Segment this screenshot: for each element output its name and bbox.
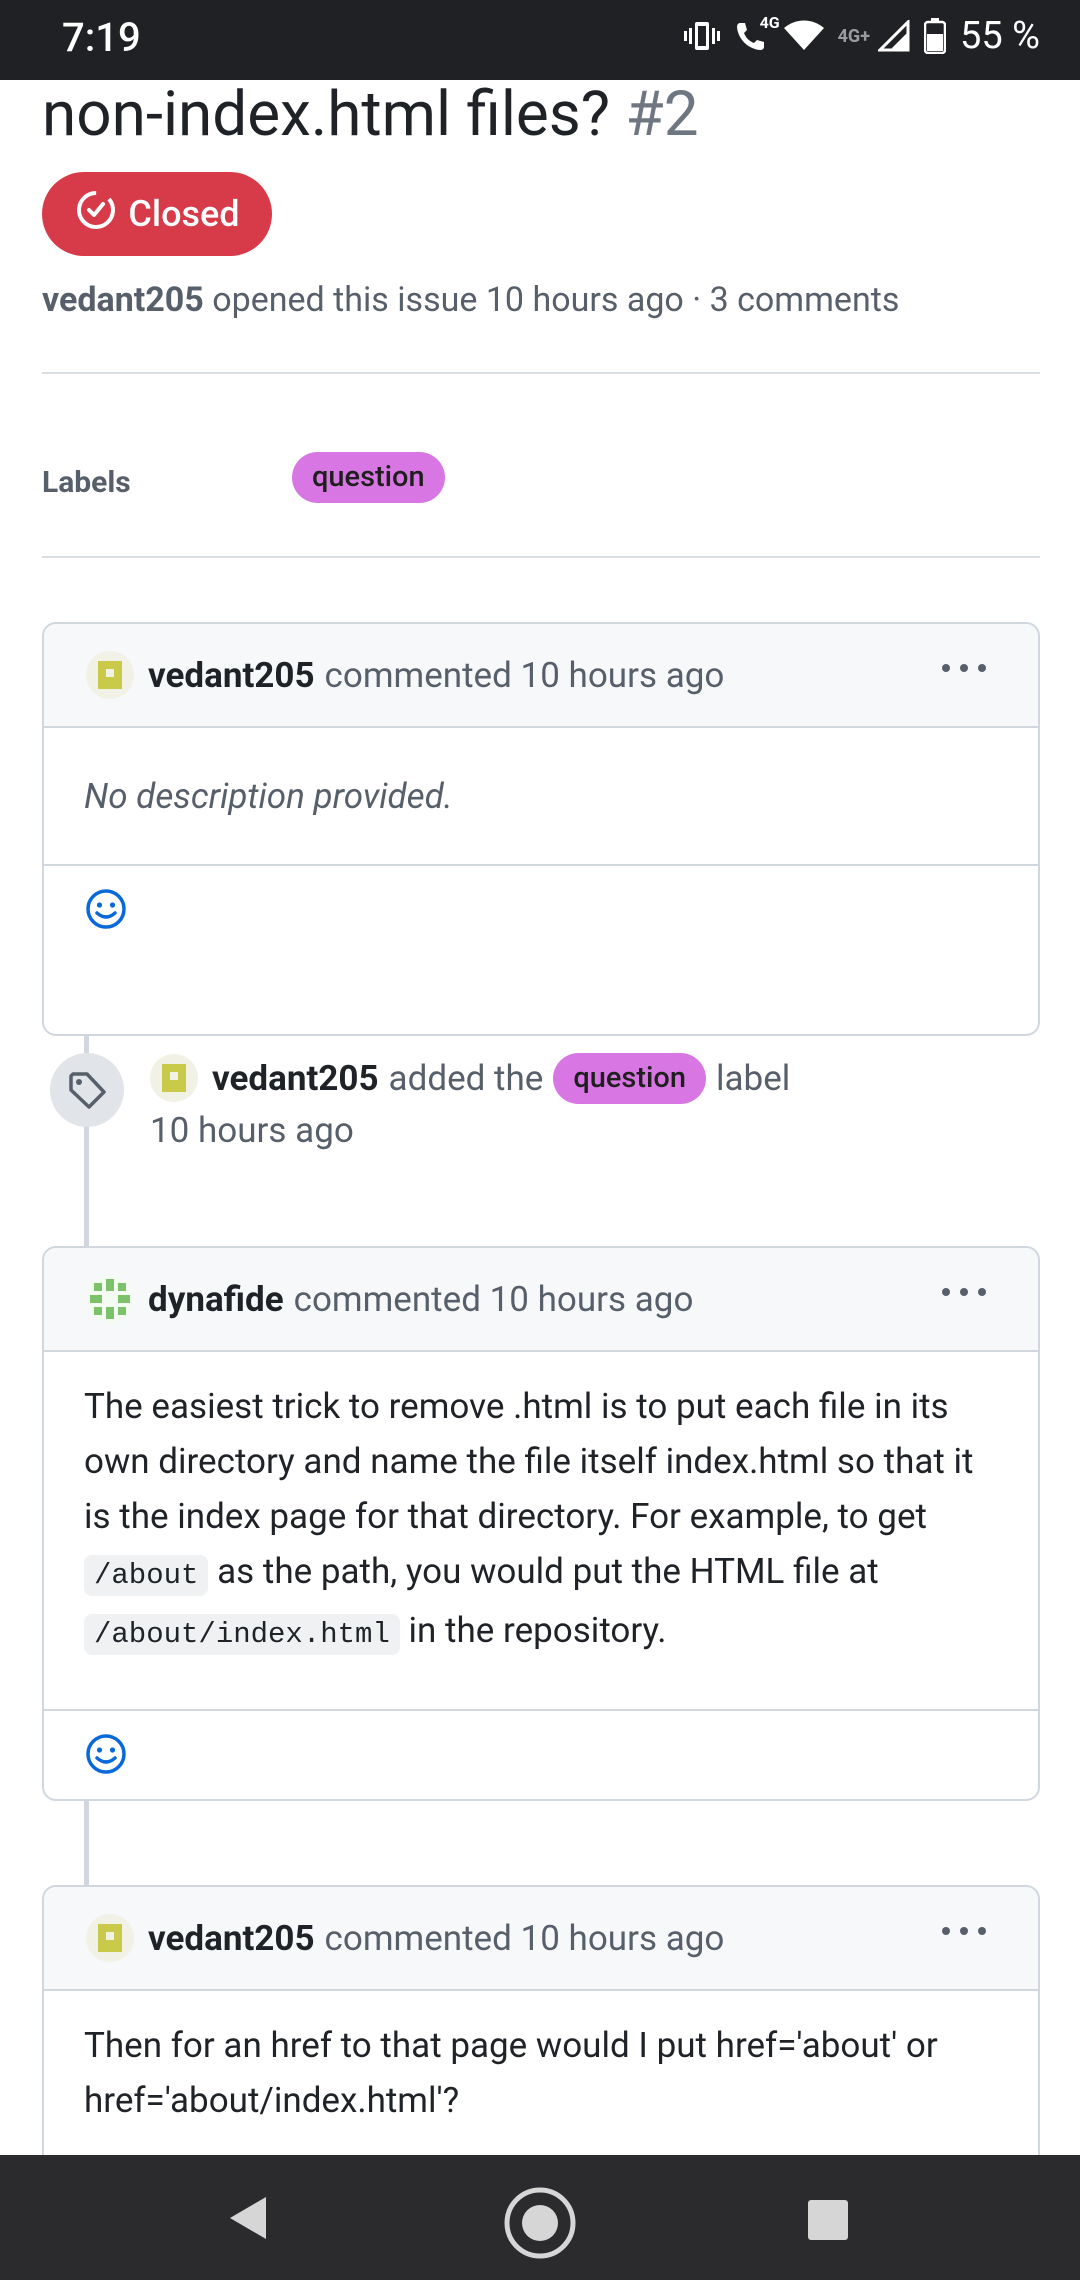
comment-author[interactable]: vedant205 <box>148 655 315 696</box>
status-bar: 7:19 4G 4G+ 55 % <box>0 0 1080 80</box>
event-label-question[interactable]: question <box>553 1053 706 1104</box>
comment-author[interactable]: vedant205 <box>148 1918 315 1959</box>
wifi-icon <box>783 20 824 52</box>
issue-title-text: non-index.html files? <box>42 80 611 151</box>
issue-closed-icon <box>74 188 118 241</box>
comment-body: No description provided. <box>84 775 453 817</box>
comment-timestamp[interactable]: commented 10 hours ago <box>325 1918 725 1959</box>
event-timestamp[interactable]: 10 hours ago <box>150 1110 354 1151</box>
divider <box>42 556 1040 558</box>
issue-page: non-index.html files? #2 Closed vedant20… <box>0 80 1080 2155</box>
comment-footer <box>44 1709 1038 1799</box>
more-options-icon[interactable] <box>942 1927 986 1935</box>
inline-code: /about/index.html <box>84 1614 400 1655</box>
comment-timestamp[interactable]: commented 10 hours ago <box>294 1279 694 1320</box>
back-icon[interactable] <box>226 2195 270 2245</box>
issue-number: #2 <box>625 80 699 151</box>
event-text: added the <box>388 1057 544 1099</box>
issue-meta-text: opened this issue 10 hours ago · 3 comme… <box>203 280 900 320</box>
label-event: vedant205 added the question label <box>150 1053 790 1104</box>
issue-state-badge: Closed <box>42 172 272 256</box>
battery-percent: 55 % <box>960 14 1040 58</box>
issue-state-label: Closed <box>128 193 240 235</box>
comment-body: The easiest trick to remove .html is to … <box>44 1352 1038 1709</box>
add-reaction-icon[interactable] <box>84 887 128 935</box>
issue-meta: vedant205 opened this issue 10 hours ago… <box>42 280 899 320</box>
avatar[interactable] <box>150 1054 198 1103</box>
add-reaction-icon[interactable] <box>84 1732 128 1780</box>
avatar[interactable] <box>86 651 134 699</box>
battery-icon <box>924 18 947 54</box>
vibrate-icon <box>683 20 720 52</box>
label-question[interactable]: question <box>292 452 445 503</box>
comment-body: Then for an href to that page would I pu… <box>84 2025 938 2121</box>
comment-header: vedant205 commented 10 hours ago <box>44 1887 1038 1991</box>
home-icon[interactable] <box>502 2185 578 2265</box>
avatar[interactable] <box>86 1914 134 1962</box>
navigation-bar <box>0 2155 1080 2280</box>
avatar[interactable] <box>86 1275 134 1323</box>
recent-apps-icon[interactable] <box>808 2200 848 2240</box>
comment-text: in the repository. <box>399 1610 667 1651</box>
network-call-label: 4G <box>759 13 780 32</box>
comment-header: dynafide commented 10 hours ago <box>44 1248 1038 1352</box>
status-icons: 4G 4G+ 55 % <box>683 13 1040 58</box>
wifi-call-icon: 4G <box>734 13 780 53</box>
divider <box>42 372 1040 374</box>
labels-heading: Labels <box>42 465 131 500</box>
comment-timestamp[interactable]: commented 10 hours ago <box>325 655 725 696</box>
issue-title: non-index.html files? #2 <box>42 80 699 160</box>
comment-footer <box>44 864 1038 956</box>
comment-card: vedant205 commented 10 hours ago Then fo… <box>42 1885 1040 2155</box>
network-data-label: 4G+ <box>837 25 871 47</box>
inline-code: /about <box>84 1555 209 1596</box>
event-author[interactable]: vedant205 <box>212 1058 379 1099</box>
comment-author[interactable]: dynafide <box>148 1279 284 1320</box>
status-time: 7:19 <box>62 14 141 61</box>
more-options-icon[interactable] <box>942 664 986 672</box>
comment-text: as the path, you would put the HTML file… <box>208 1551 879 1592</box>
comment-card: vedant205 commented 10 hours ago No desc… <box>42 622 1040 1036</box>
comment-header: vedant205 commented 10 hours ago <box>44 624 1038 728</box>
comment-text: The easiest trick to remove .html is to … <box>84 1386 974 1537</box>
more-options-icon[interactable] <box>942 1288 986 1296</box>
tag-icon <box>50 1053 124 1127</box>
signal-icon <box>878 20 910 52</box>
event-text-suffix: label <box>716 1057 791 1099</box>
comment-card: dynafide commented 10 hours ago The easi… <box>42 1246 1040 1801</box>
issue-author-link[interactable]: vedant205 <box>42 280 204 320</box>
